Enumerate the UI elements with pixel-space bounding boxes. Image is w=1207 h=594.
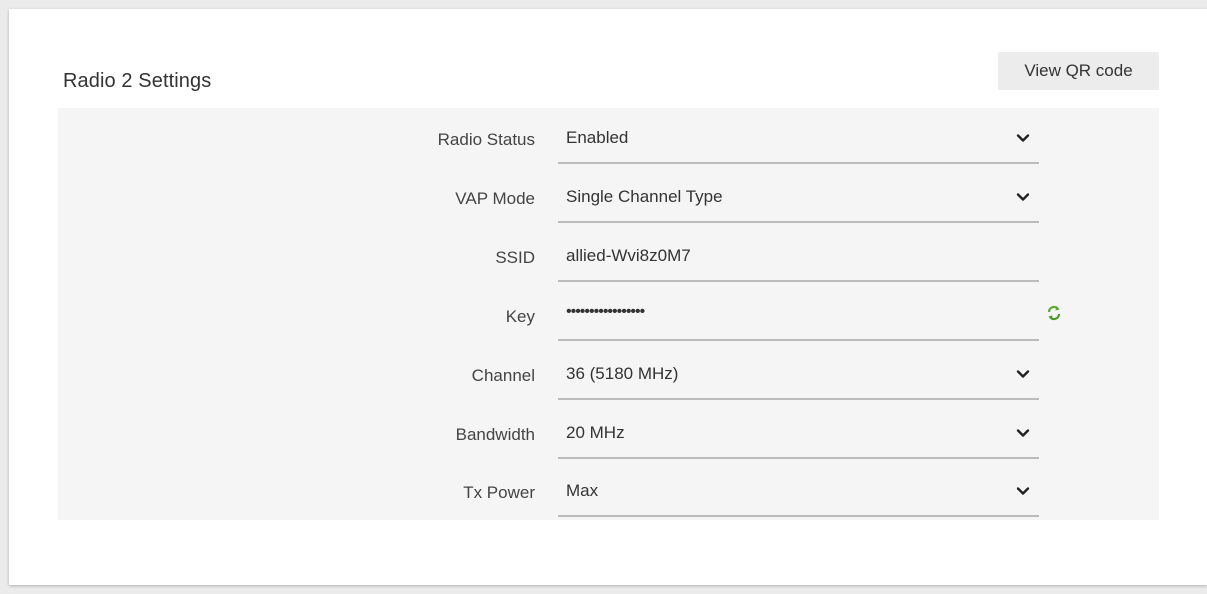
ssid-input[interactable]: allied-Wvi8z0M7 [558, 234, 1039, 282]
chevron-down-icon [1016, 487, 1030, 495]
channel-label: Channel [471, 366, 535, 385]
vap-mode-value: Single Channel Type [566, 187, 723, 206]
channel-row: Channel 36 (5180 MHz) [58, 352, 1159, 400]
refresh-icon[interactable] [1045, 303, 1063, 323]
card-header: Radio 2 Settings View QR code [9, 9, 1207, 109]
bandwidth-row: Bandwidth 20 MHz [58, 411, 1159, 459]
tx-power-label: Tx Power [463, 483, 535, 502]
vap-mode-row: VAP Mode Single Channel Type [58, 175, 1159, 223]
chevron-down-icon [1016, 193, 1030, 201]
bandwidth-label: Bandwidth [455, 425, 535, 444]
tx-power-value: Max [566, 481, 599, 500]
key-label: Key [505, 307, 535, 326]
channel-select[interactable]: 36 (5180 MHz) [558, 352, 1039, 400]
tx-power-row: Tx Power Max [58, 469, 1159, 517]
radio-settings-card: Radio 2 Settings View QR code Radio Stat… [9, 9, 1207, 585]
ssid-label: SSID [495, 248, 535, 267]
key-value: ••••••••••••••••• [566, 303, 645, 320]
radio-status-value: Enabled [566, 128, 629, 147]
chevron-down-icon [1016, 370, 1030, 378]
radio-status-select[interactable]: Enabled [558, 116, 1039, 164]
ssid-row: SSID allied-Wvi8z0M7 [58, 234, 1159, 282]
radio-status-label: Radio Status [437, 130, 535, 149]
ssid-value: allied-Wvi8z0M7 [566, 246, 691, 265]
bandwidth-value: 20 MHz [566, 423, 625, 442]
vap-mode-label: VAP Mode [455, 189, 535, 208]
channel-value: 36 (5180 MHz) [566, 364, 679, 383]
key-input[interactable]: ••••••••••••••••• [558, 293, 1039, 341]
vap-mode-select[interactable]: Single Channel Type [558, 175, 1039, 223]
bandwidth-select[interactable]: 20 MHz [558, 411, 1039, 459]
tx-power-select[interactable]: Max [558, 469, 1039, 517]
settings-form: Radio Status Enabled VAP Mode Single Cha… [58, 108, 1159, 520]
chevron-down-icon [1016, 429, 1030, 437]
chevron-down-icon [1016, 134, 1030, 142]
key-row: Key ••••••••••••••••• [58, 293, 1159, 341]
card-title: Radio 2 Settings [63, 70, 212, 92]
radio-status-row: Radio Status Enabled [58, 116, 1159, 164]
view-qr-code-button[interactable]: View QR code [998, 52, 1159, 90]
